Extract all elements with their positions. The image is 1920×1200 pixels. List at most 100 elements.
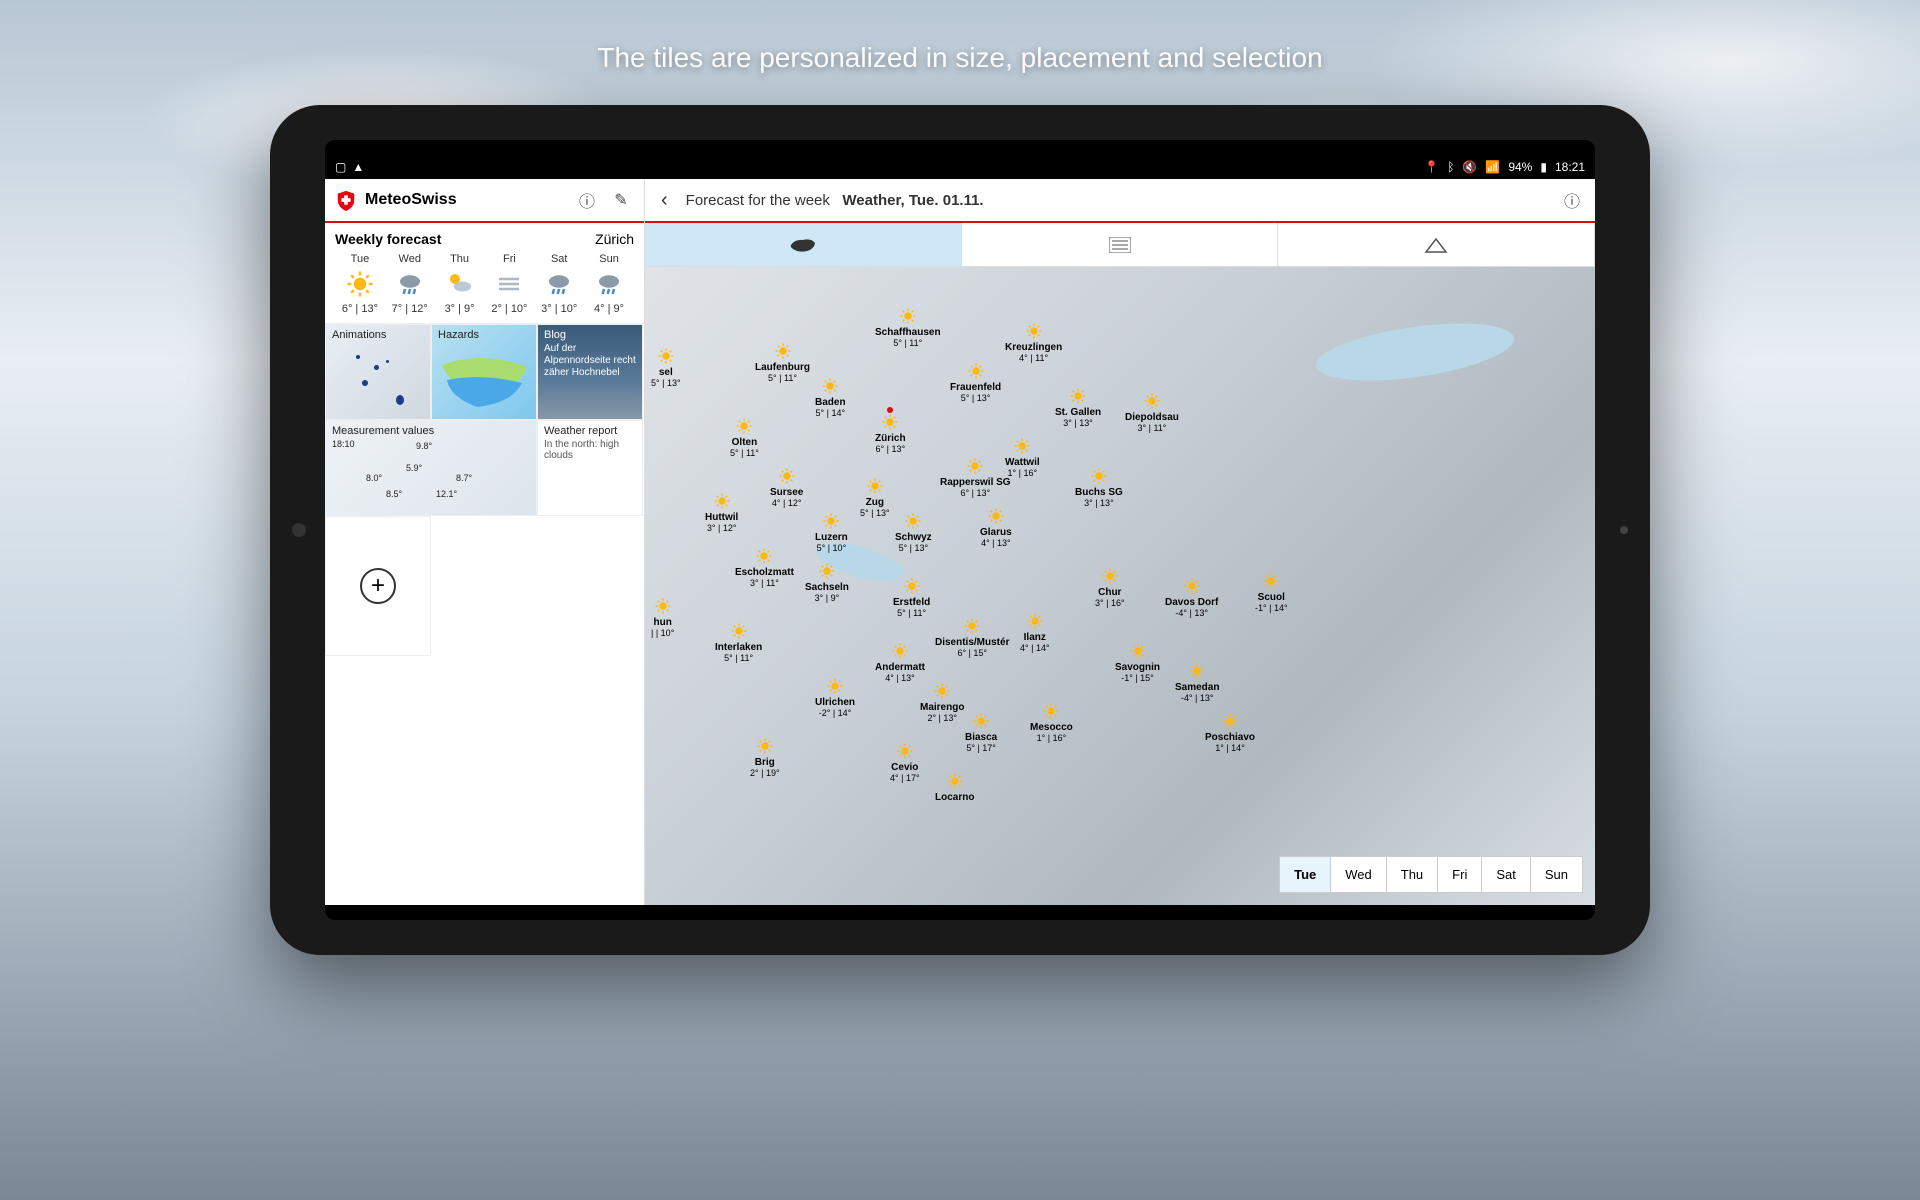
day-selector: TueWedThuFriSatSun (1279, 856, 1583, 893)
tile-label: Blog (544, 329, 566, 341)
tile-subtitle: In the north: high clouds (544, 439, 636, 461)
weekly-day[interactable]: Wed7° | 12° (385, 253, 435, 315)
map-city[interactable]: Savognin-1° | 15° (1115, 642, 1160, 683)
map-city[interactable]: Cevio4° | 17° (890, 742, 920, 783)
weekly-day[interactable]: Tue6° | 13° (335, 253, 385, 315)
battery-icon: ▮ (1540, 160, 1547, 174)
weekly-day[interactable]: Fri2° | 10° (484, 253, 534, 315)
map-city[interactable]: Mesocco1° | 16° (1030, 702, 1073, 743)
weather-report-tile[interactable]: Weather report In the north: high clouds (537, 420, 643, 516)
measurement-value: 9.8° (416, 441, 432, 451)
map-city[interactable]: Rapperswil SG6° | 13° (940, 457, 1011, 498)
day-tab-fri[interactable]: Fri (1438, 857, 1482, 892)
map-city[interactable]: Luzern5° | 10° (815, 512, 848, 553)
day-tab-tue[interactable]: Tue (1280, 857, 1331, 892)
tile-label: Animations (332, 329, 386, 341)
map-city[interactable]: Schaffhausen5° | 11° (875, 307, 941, 348)
map-city[interactable]: Glarus4° | 13° (980, 507, 1012, 548)
map-city[interactable]: Chur3° | 16° (1095, 567, 1125, 608)
list-icon (1109, 237, 1131, 253)
day-tab-sun[interactable]: Sun (1531, 857, 1582, 892)
map-city[interactable]: Escholzmatt3° | 11° (735, 547, 794, 588)
wifi-icon: 📶 (1485, 160, 1500, 174)
map-city[interactable]: Zürich6° | 13° (875, 407, 906, 454)
plus-icon[interactable]: + (360, 568, 396, 604)
image-icon: ▢ (335, 160, 346, 174)
map-city[interactable]: Ilanz4° | 14° (1020, 612, 1050, 653)
caption: The tiles are personalized in size, plac… (0, 42, 1920, 74)
map-tab[interactable] (645, 223, 962, 266)
map-city[interactable]: Kreuzlingen4° | 11° (1005, 322, 1062, 363)
map-city[interactable]: Baden5° | 14° (815, 377, 846, 418)
weekly-location: Zürich (595, 231, 634, 247)
mountain-tab[interactable] (1278, 223, 1595, 266)
map-city[interactable]: Davos Dorf-4° | 13° (1165, 577, 1218, 618)
blog-tile[interactable]: Blog Auf der Alpennordseite recht zäher … (537, 324, 643, 420)
map-city[interactable]: Buchs SG3° | 13° (1075, 467, 1123, 508)
map-city[interactable]: Brig2° | 19° (750, 737, 780, 778)
tile-label: Weather report (544, 425, 617, 437)
map-city[interactable]: Diepoldsau3° | 11° (1125, 392, 1179, 433)
switzerland-icon (789, 235, 817, 255)
weekly-day[interactable]: Sat3° | 10° (534, 253, 584, 315)
map-city[interactable]: Interlaken5° | 11° (715, 622, 762, 663)
day-tab-sat[interactable]: Sat (1482, 857, 1531, 892)
map-city[interactable]: Laufenburg5° | 11° (755, 342, 810, 383)
map-city[interactable]: Ulrichen-2° | 14° (815, 677, 855, 718)
map-city[interactable]: Olten5° | 11° (730, 417, 759, 458)
measurement-time: 18:10 (332, 439, 355, 449)
app-header: MeteoSwiss ⓘ ✎ (325, 179, 644, 223)
info-icon[interactable]: ⓘ (1559, 187, 1585, 213)
warning-icon: ▲ (352, 160, 364, 174)
measurement-values-tile[interactable]: Measurement values 18:10 9.8° 5.9° 8.0° … (325, 420, 537, 516)
map-city[interactable]: St. Gallen3° | 13° (1055, 387, 1101, 428)
weekly-day[interactable]: Thu3° | 9° (435, 253, 485, 315)
map-city[interactable]: Locarno (935, 772, 974, 803)
back-button[interactable]: ‹ (655, 189, 674, 212)
weekly-forecast-tile[interactable]: Weekly forecast Zürich Tue6° | 13°Wed7° … (325, 223, 644, 324)
map-city[interactable]: Sursee4° | 12° (770, 467, 803, 508)
edit-icon[interactable]: ✎ (608, 187, 634, 213)
map-city[interactable]: Schwyz5° | 13° (895, 512, 932, 553)
add-tile[interactable]: + (325, 516, 431, 656)
map-city[interactable]: Sachseln3° | 9° (805, 562, 849, 603)
day-tab-thu[interactable]: Thu (1387, 857, 1438, 892)
tablet-frame: ▢ ▲ 📍 ᛒ 🔇 📶 94% ▮ 18:21 (270, 105, 1650, 955)
weekly-day[interactable]: Sun4° | 9° (584, 253, 634, 315)
map-city[interactable]: Andermatt4° | 13° (875, 642, 925, 683)
map-city[interactable]: Huttwil3° | 12° (705, 492, 738, 533)
hazards-tile[interactable]: Hazards (431, 324, 537, 420)
map-city[interactable]: Erstfeld5° | 11° (893, 577, 930, 618)
measurement-value: 5.9° (406, 463, 422, 473)
day-tab-wed[interactable]: Wed (1331, 857, 1387, 892)
detail-header: ‹ Forecast for the week Weather, Tue. 01… (645, 179, 1595, 223)
measurement-value: 8.5° (386, 489, 402, 499)
info-icon[interactable]: ⓘ (574, 187, 600, 213)
map-city[interactable]: Scuol-1° | 14° (1255, 572, 1288, 613)
tile-label: Measurement values (332, 425, 434, 437)
map-city[interactable]: Samedan-4° | 13° (1175, 662, 1219, 703)
animations-tile[interactable]: Animations (325, 324, 431, 420)
map-city[interactable]: Mairengo2° | 13° (920, 682, 964, 723)
clock: 18:21 (1555, 160, 1585, 174)
list-tab[interactable] (962, 223, 1279, 266)
map-city[interactable]: Zug5° | 13° (860, 477, 890, 518)
swiss-shield-icon (335, 189, 357, 211)
measurement-value: 12.1° (436, 489, 457, 499)
map-city[interactable]: Biasca5° | 17° (965, 712, 997, 753)
map-city[interactable]: sel5° | 13° (651, 347, 681, 388)
map-city[interactable]: Disentis/Mustér6° | 15° (935, 617, 1009, 658)
power-dot (1620, 526, 1628, 534)
weekly-title: Weekly forecast (335, 231, 441, 247)
camera-dot (292, 523, 306, 537)
mountain-icon (1424, 236, 1448, 254)
location-icon: 📍 (1424, 160, 1439, 174)
tile-subtitle: Auf der Alpennordseite recht zäher Hochn… (544, 343, 636, 379)
map-city[interactable]: hun| | 10° (651, 597, 674, 638)
forecast-map[interactable]: Schaffhausen5° | 11°Kreuzlingen4° | 11°F… (645, 267, 1595, 905)
battery-pct: 94% (1508, 160, 1532, 174)
map-city[interactable]: Poschiavo1° | 14° (1205, 712, 1255, 753)
mute-icon: 🔇 (1462, 160, 1477, 174)
map-city[interactable]: Frauenfeld5° | 13° (950, 362, 1001, 403)
app-title: MeteoSwiss (365, 191, 566, 209)
